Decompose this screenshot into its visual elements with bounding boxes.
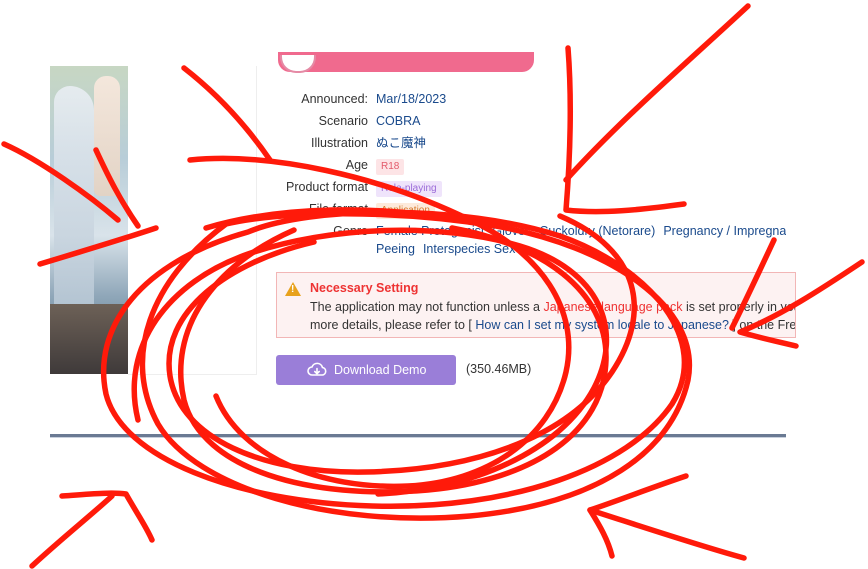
notice-title: Necessary Setting [310,281,419,295]
scenario-link[interactable]: COBRA [376,112,420,130]
download-size: (350.46MB) [466,362,532,376]
detail-label: Announced: [301,92,368,106]
japanese-language-pack-link[interactable]: Japanese language pack [543,300,682,314]
notice-text: ] on the Freque [732,318,796,332]
section-divider [50,434,786,438]
age-badge[interactable]: R18 [376,159,405,175]
genre-tag[interactable]: Female Protagonist [376,224,484,238]
genre-tag-list: Female Protagonist Gloves Cuckoldry (Netor… [376,222,786,258]
detail-row-announced: Announced: Mar/18/2023 [250,90,446,108]
detail-label: Scenario [318,114,368,128]
header-pill-bar [278,52,534,72]
announced-date-link[interactable]: Mar/18/2023 [376,90,446,108]
detail-row-genre: Genre [250,222,368,240]
cloud-download-icon [307,362,327,376]
thumbnail-art-ground [50,304,128,374]
detail-label: Product format [286,180,368,194]
warning-icon-mark: ! [291,284,295,295]
notice-text: is set properly in your [682,300,796,314]
notice-line-1: The application may not function unless … [310,300,796,314]
detail-label: Age [345,158,368,172]
detail-row-file-format: File format Application [250,200,435,219]
detail-row-scenario: Scenario COBRA [250,112,421,130]
genre-tag[interactable]: Pregnancy / Impregnation [663,224,786,238]
necessary-setting-notice: ! Necessary Setting The application may … [276,272,796,338]
detail-label: File format [308,202,368,216]
genre-tag[interactable]: Gloves [492,224,531,238]
notice-text: more details, please refer to [ [310,318,476,332]
download-demo-label: Download Demo [334,363,427,377]
genre-tag[interactable]: Peeing [376,242,415,256]
product-thumbnail[interactable] [50,66,128,374]
detail-label: Genre [333,224,368,238]
thumbnail-frame [128,66,257,375]
file-format-badge[interactable]: Application [376,203,435,219]
detail-row-age: Age R18 [250,156,405,175]
system-locale-help-link[interactable]: How can I set my system locale to Japane… [475,318,729,332]
genre-tag[interactable]: Interspecies Sex [423,242,515,256]
product-format-badge[interactable]: Role-playing [376,181,442,197]
detail-row-illustration: Illustration ぬこ魔神 [250,134,426,152]
detail-row-product-format: Product format Role-playing [250,178,442,197]
detail-label: Illustration [311,136,368,150]
download-demo-button[interactable]: Download Demo [276,355,456,385]
notice-line-2: more details, please refer to [ How can … [310,318,796,332]
thumbnail-art-figure [94,76,120,196]
genre-tag[interactable]: Cuckoldry (Netorare) [539,224,655,238]
illustration-link[interactable]: ぬこ魔神 [376,134,426,152]
notice-text: The application may not function unless … [310,300,544,314]
